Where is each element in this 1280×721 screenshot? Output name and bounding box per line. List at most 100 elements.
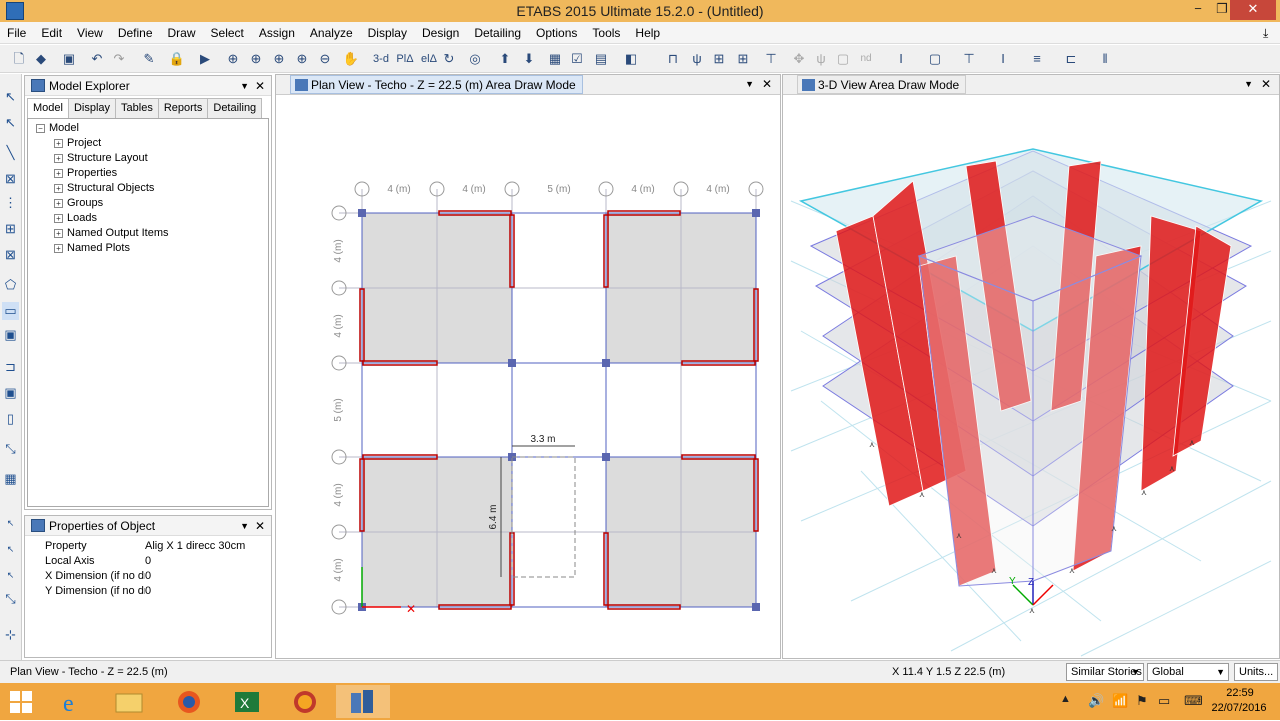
draw-column-icon[interactable]: ⊤ bbox=[762, 50, 780, 68]
menu-select[interactable]: Select bbox=[204, 22, 252, 40]
tree-item-structural-objects[interactable]: + Structural Objects bbox=[54, 182, 154, 194]
draw-x-icon[interactable]: ⊠ bbox=[2, 246, 19, 264]
menu-help[interactable]: Help bbox=[628, 22, 668, 40]
section-i-icon[interactable]: I bbox=[892, 50, 910, 68]
clock-time[interactable]: 22:59 bbox=[1218, 687, 1262, 699]
zoom-out-icon[interactable]: ⊕ bbox=[293, 50, 311, 68]
panel-dropdown-icon[interactable]: ▼ bbox=[240, 76, 249, 96]
menu-assign[interactable]: Assign bbox=[252, 22, 303, 40]
units-button[interactable]: Units... bbox=[1234, 663, 1278, 681]
draw-line-icon[interactable]: ╲ bbox=[2, 144, 19, 162]
menu-view[interactable]: View bbox=[70, 22, 111, 40]
excel-taskbar-icon[interactable]: X bbox=[220, 685, 274, 718]
pointer-icon[interactable]: ↖ bbox=[2, 88, 19, 106]
tree-item-named-plots[interactable]: + Named Plots bbox=[54, 242, 130, 254]
tree-item-structure-layout[interactable]: + Structure Layout bbox=[54, 152, 148, 164]
tree-item-named-output[interactable]: + Named Output Items bbox=[54, 227, 169, 239]
tab-reports[interactable]: Reports bbox=[157, 98, 209, 118]
app-taskbar-icon[interactable] bbox=[278, 685, 332, 718]
draw-quad-icon[interactable]: ⊠ bbox=[2, 170, 19, 188]
menu-options[interactable]: Options bbox=[529, 22, 585, 40]
draw-rect-icon[interactable]: ▭ bbox=[2, 302, 19, 320]
clear-selection-icon[interactable]: ↖ bbox=[2, 566, 19, 584]
draw-joint-icon[interactable]: ψ bbox=[812, 50, 830, 68]
menu-tools[interactable]: Tools bbox=[585, 22, 628, 40]
minimize-button[interactable]: − bbox=[1184, 0, 1212, 20]
draw-area-icon[interactable]: ⊞ bbox=[734, 50, 752, 68]
tab-detailing[interactable]: Detailing bbox=[207, 98, 263, 118]
move-up-icon[interactable]: ⬆ bbox=[496, 50, 514, 68]
beam-section-icon[interactable]: I bbox=[994, 50, 1012, 68]
language-icon[interactable]: ⌨ bbox=[1184, 693, 1203, 709]
draw-frame-icon[interactable]: ⊓ bbox=[664, 50, 682, 68]
draw-dim-icon[interactable]: ⤡ bbox=[2, 440, 19, 458]
draw-cols-icon[interactable]: ⋮ bbox=[2, 194, 19, 212]
draw-door-icon[interactable]: ▯ bbox=[2, 410, 19, 428]
zoom-step-icon[interactable]: ⊖ bbox=[316, 50, 334, 68]
select-all-icon[interactable]: ↖ bbox=[2, 514, 19, 532]
rotate-icon[interactable]: ↻ bbox=[440, 50, 458, 68]
draw-rect-click-icon[interactable]: ▣ bbox=[2, 326, 19, 344]
plan-canvas[interactable]: 4 (m) 4 (m) 5 (m) 4 (m) 4 (m) 4 (m) 4 (m… bbox=[276, 95, 780, 659]
menu-define[interactable]: Define bbox=[111, 22, 161, 40]
tab-display[interactable]: Display bbox=[67, 98, 117, 118]
close-button[interactable]: ✕ bbox=[1230, 0, 1276, 20]
snap-icon[interactable]: ⤡ bbox=[2, 590, 19, 608]
tab-tables[interactable]: Tables bbox=[115, 98, 159, 118]
lock-icon[interactable]: 🔒 bbox=[168, 50, 186, 68]
perspective-icon[interactable]: ◎ bbox=[466, 50, 484, 68]
etabs-taskbar-icon[interactable] bbox=[336, 685, 390, 718]
draw-link-icon[interactable]: ▢ bbox=[834, 50, 852, 68]
plan-view-tab[interactable]: Plan View - Techo - Z = 22.5 (m) Area Dr… bbox=[290, 75, 583, 94]
tree-root[interactable]: − Model bbox=[36, 122, 79, 134]
coord-system-dropdown[interactable]: Global ▼ bbox=[1147, 663, 1229, 681]
properties-close-icon[interactable]: ✕ bbox=[255, 516, 265, 536]
save-icon[interactable]: ▣ bbox=[60, 50, 78, 68]
battery-icon[interactable]: ▭ bbox=[1158, 693, 1170, 709]
open-file-icon[interactable]: ◆ bbox=[32, 50, 50, 68]
draw-beam-icon[interactable]: ✥ bbox=[790, 50, 808, 68]
draw-opening-icon[interactable]: ⊐ bbox=[2, 358, 19, 376]
new-file-icon[interactable]: 🗋 bbox=[10, 50, 28, 68]
menu-design[interactable]: Design bbox=[415, 22, 467, 40]
explorer-taskbar-icon[interactable] bbox=[102, 685, 156, 718]
properties-dropdown-icon[interactable]: ▼ bbox=[240, 516, 249, 536]
clock-date[interactable]: 22/07/2016 bbox=[1206, 702, 1272, 714]
tray-expand-icon[interactable]: ▲ bbox=[1060, 693, 1071, 705]
columns-icon[interactable]: ‖ bbox=[1096, 50, 1114, 68]
model-3d-canvas[interactable]: ⋏ ⋏ ⋏ ⋏ ⋏ ⋏ ⋏ ⋏ ⋏ ⋏ Z Y bbox=[783, 95, 1279, 659]
menu-edit[interactable]: Edit bbox=[34, 22, 70, 40]
start-button-icon[interactable] bbox=[10, 691, 32, 713]
plan-view-button[interactable]: PlΔ bbox=[394, 50, 416, 68]
view3d-close-icon[interactable]: ✕ bbox=[1261, 75, 1271, 94]
menu-analyze[interactable]: Analyze bbox=[303, 22, 361, 40]
zoom-window-icon[interactable]: ⊕ bbox=[224, 50, 242, 68]
pan-icon[interactable]: ✋ bbox=[342, 50, 360, 68]
view-3d-tab[interactable]: 3-D View Area Draw Mode bbox=[797, 75, 967, 94]
firefox-taskbar-icon[interactable] bbox=[162, 685, 216, 718]
nd-button[interactable]: nd bbox=[856, 50, 876, 68]
network-icon[interactable]: 📶 bbox=[1112, 693, 1128, 709]
menu-draw[interactable]: Draw bbox=[161, 22, 204, 40]
undo-icon[interactable]: ↶ bbox=[88, 50, 106, 68]
zoom-restore-icon[interactable]: ⊕ bbox=[247, 50, 265, 68]
plan-close-icon[interactable]: ✕ bbox=[762, 75, 772, 94]
draw-wall-icon[interactable]: ⊞ bbox=[710, 50, 728, 68]
tree-item-loads[interactable]: + Loads bbox=[54, 212, 97, 224]
tab-model[interactable]: Model bbox=[27, 98, 69, 118]
ie-taskbar-icon[interactable]: e bbox=[46, 685, 100, 718]
prop-row-x-dim[interactable]: X Dimension (if no dra 0 bbox=[29, 570, 267, 585]
tree-item-groups[interactable]: + Groups bbox=[54, 197, 103, 209]
prop-row-property[interactable]: Property Alig X 1 direcc 30cm bbox=[29, 540, 267, 555]
prop-row-local-axis[interactable]: Local Axis 0 bbox=[29, 555, 267, 570]
plan-dropdown-icon[interactable]: ▼ bbox=[745, 75, 754, 94]
draw-grid-icon[interactable]: ⊞ bbox=[2, 220, 19, 238]
reshape-icon[interactable]: ↖ bbox=[2, 114, 19, 132]
draw-wall-stack-icon[interactable]: ▣ bbox=[2, 384, 19, 402]
move-down-icon[interactable]: ⬇ bbox=[520, 50, 538, 68]
flag-icon[interactable]: ⚑ bbox=[1136, 693, 1148, 709]
run-analysis-icon[interactable]: ▶ bbox=[196, 50, 214, 68]
tree-item-project[interactable]: + Project bbox=[54, 137, 101, 149]
volume-icon[interactable]: 🔊 bbox=[1088, 693, 1104, 709]
elevation-view-button[interactable]: elΔ bbox=[418, 50, 440, 68]
